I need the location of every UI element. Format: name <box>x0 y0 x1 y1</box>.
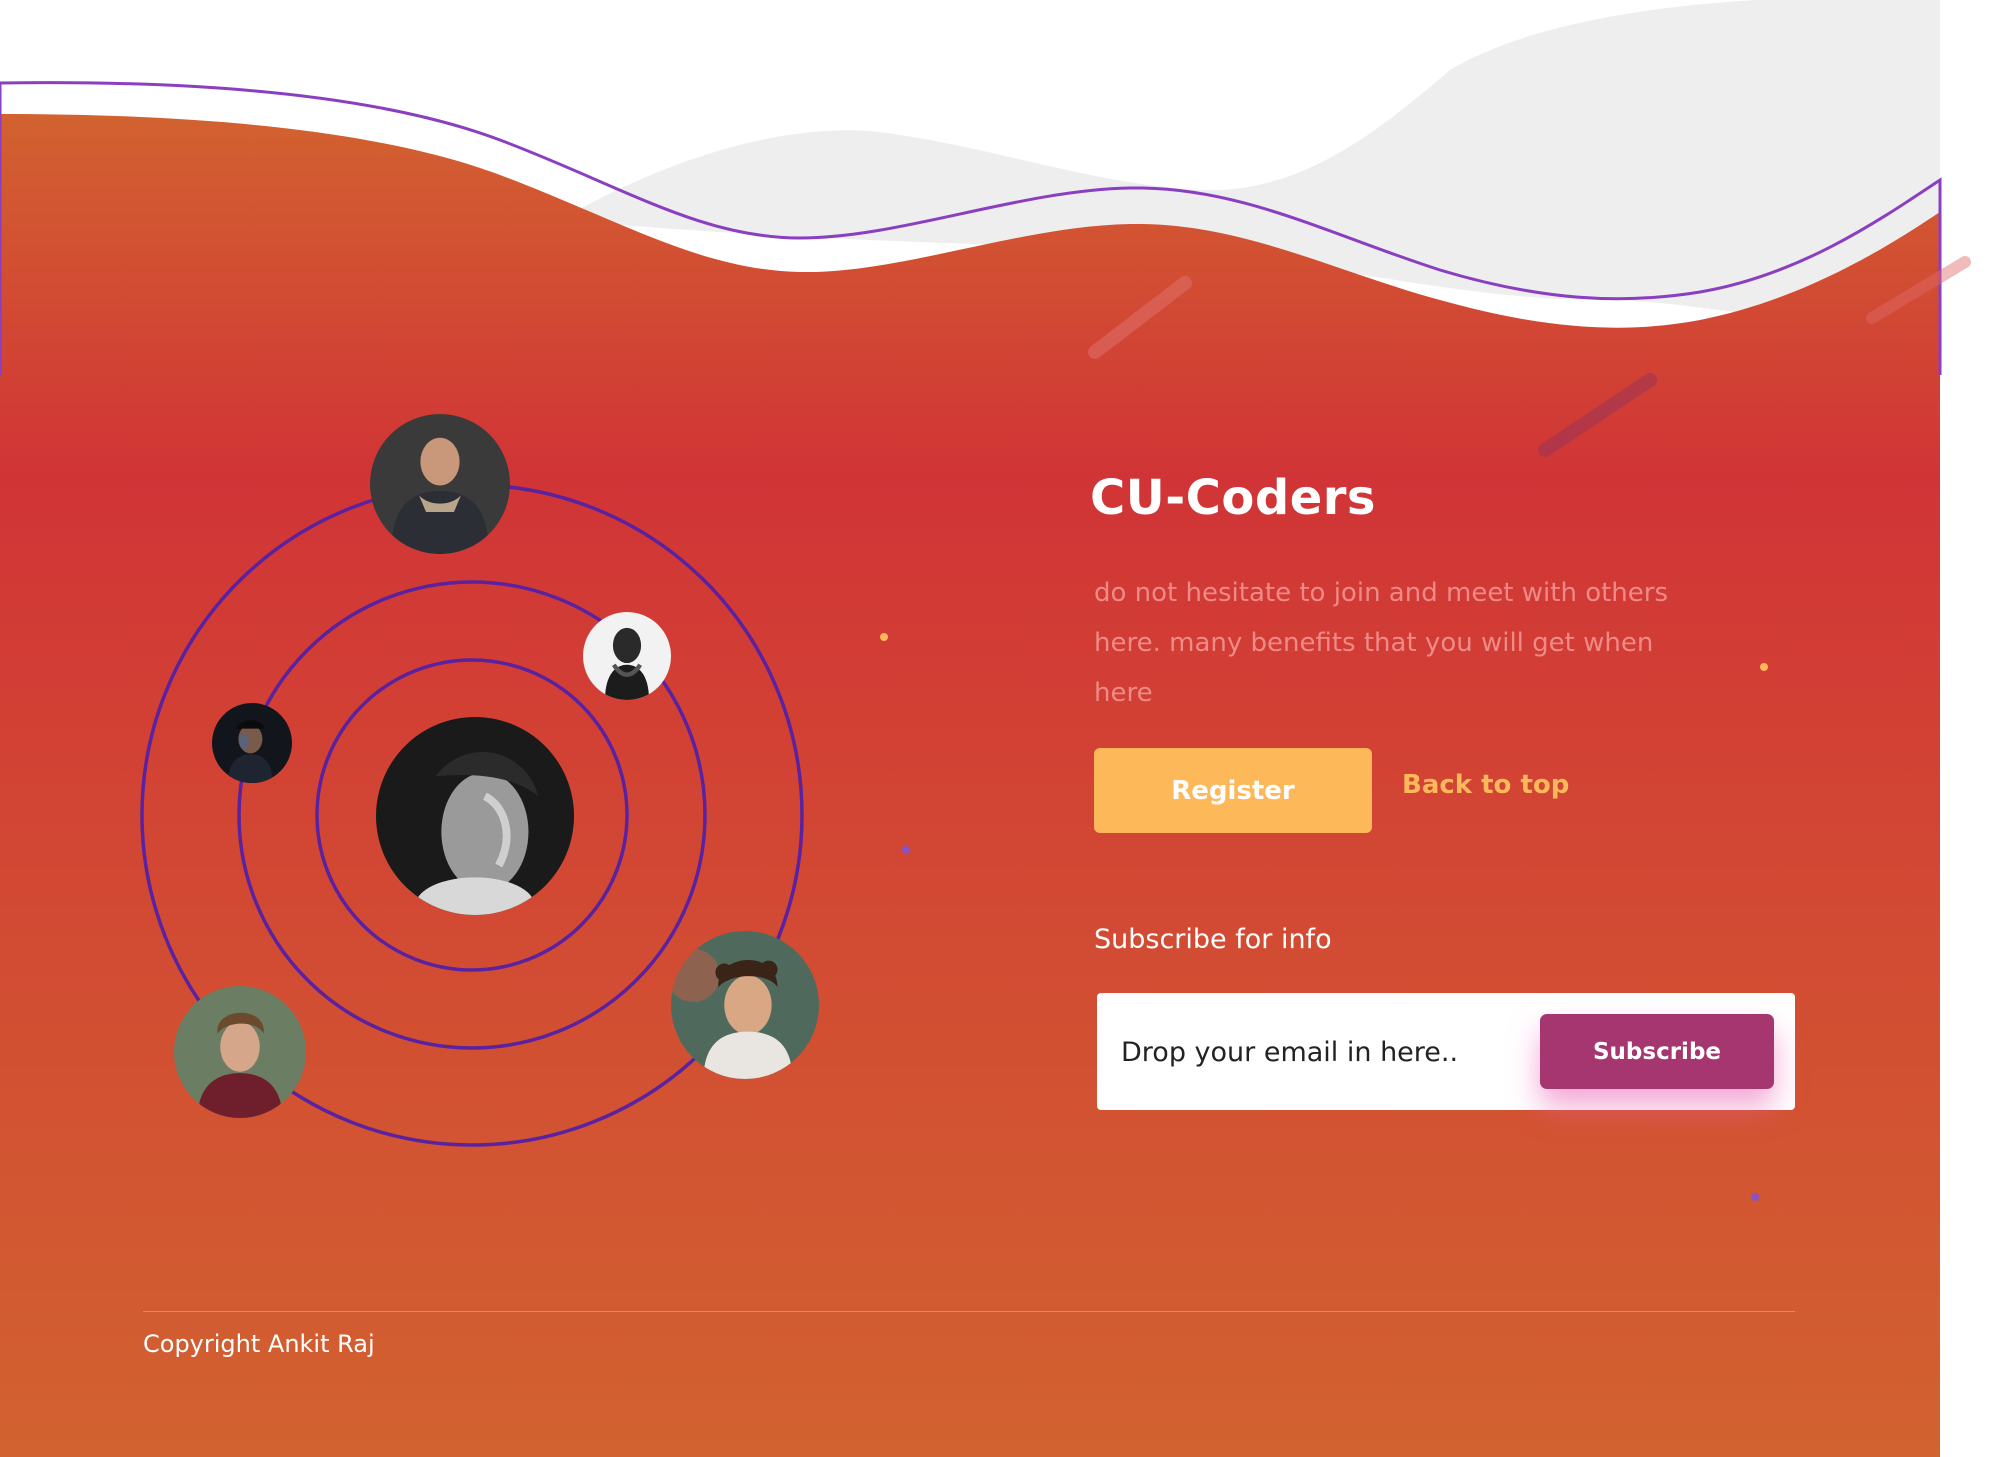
avatar-center-woman <box>376 717 574 915</box>
person-photo-icon <box>212 703 292 783</box>
copyright-text: Copyright Ankit Raj <box>143 1330 375 1358</box>
avatar-man-jacket <box>370 414 510 554</box>
tagline-text: do not hesitate to join and meet with ot… <box>1094 578 1669 708</box>
decorative-dot <box>902 846 910 854</box>
landing-footer-section: CU-Coders do not hesitate to join and me… <box>0 0 2008 1457</box>
person-photo-icon <box>376 717 574 915</box>
subscribe-form: Subscribe <box>1097 993 1795 1110</box>
register-button[interactable]: Register <box>1094 748 1372 833</box>
subscribe-button[interactable]: Subscribe <box>1540 1014 1774 1089</box>
email-field[interactable] <box>1119 1023 1523 1081</box>
avatar-woman-bw <box>583 612 671 700</box>
subscribe-heading: Subscribe for info <box>1094 924 1332 955</box>
brand-title: CU-Coders <box>1090 470 1376 526</box>
person-photo-icon <box>671 931 819 1079</box>
person-photo-icon <box>370 414 510 554</box>
decorative-dot <box>880 633 888 641</box>
avatar-man-wavy-hair <box>174 986 306 1118</box>
avatar-curly-man <box>671 931 819 1079</box>
back-to-top-link[interactable]: Back to top <box>1402 770 1569 800</box>
decorative-dot <box>1760 663 1768 671</box>
avatar-man-cap <box>212 703 292 783</box>
main-wave-body <box>0 114 1940 1457</box>
wave-background <box>0 0 1971 1457</box>
decorative-dot <box>1751 1193 1759 1201</box>
person-photo-icon <box>583 612 671 700</box>
footer-divider <box>143 1311 1795 1312</box>
person-photo-icon <box>174 986 306 1118</box>
